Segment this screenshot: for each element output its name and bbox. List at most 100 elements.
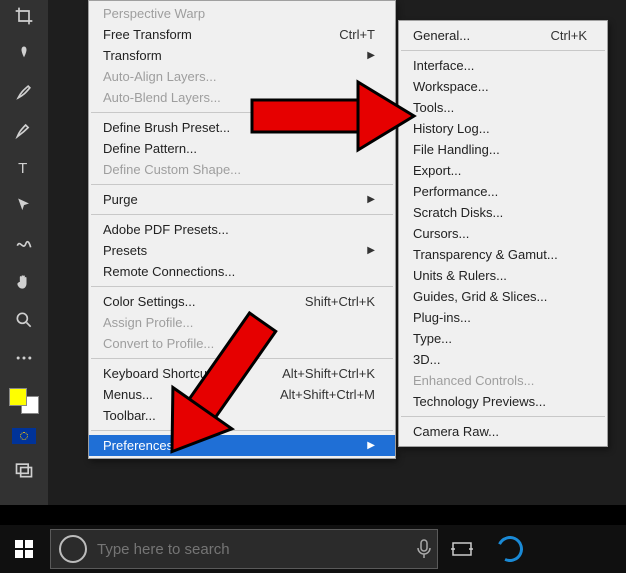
zoom-tool-icon[interactable] — [12, 308, 36, 332]
edit-menu-item-purge[interactable]: Purge ▶ — [89, 189, 395, 210]
submenu-caret-icon: ▶ — [367, 440, 375, 451]
edit-menu-item-preferences[interactable]: Preferences ▶ — [89, 435, 395, 456]
svg-text:T: T — [18, 160, 27, 177]
menu-item-label: Guides, Grid & Slices... — [413, 289, 547, 304]
screen-mode-icon[interactable] — [12, 458, 36, 482]
cortana-icon — [59, 535, 87, 563]
hand-tool-icon[interactable] — [12, 270, 36, 294]
menu-item-label: Free Transform — [103, 27, 192, 42]
edit-menu-item-auto-align-layers: Auto-Align Layers... — [89, 66, 395, 87]
edit-menu-separator — [91, 184, 393, 185]
prefs-menu-item-guides-grid-slices[interactable]: Guides, Grid & Slices... — [399, 286, 607, 307]
edit-menu-item-color-settings[interactable]: Color Settings...Shift+Ctrl+K — [89, 291, 395, 312]
prefs-menu-item-scratch-disks[interactable]: Scratch Disks... — [399, 202, 607, 223]
edit-menu-item-define-pattern[interactable]: Define Pattern... — [89, 138, 395, 159]
menu-item-label: Toolbar... — [103, 408, 156, 423]
menu-item-label: Remote Connections... — [103, 264, 235, 279]
prefs-menu-item-workspace[interactable]: Workspace... — [399, 76, 607, 97]
healing-brush-icon[interactable] — [12, 80, 36, 104]
task-view-button[interactable] — [438, 525, 486, 573]
prefs-menu-item-general[interactable]: General...Ctrl+K — [399, 25, 607, 46]
prefs-menu-item-plug-ins[interactable]: Plug-ins... — [399, 307, 607, 328]
menu-item-shortcut: Ctrl+T — [339, 27, 375, 42]
edit-menu-item-assign-profile: Assign Profile... — [89, 312, 395, 333]
prefs-menu-item-transparency-gamut[interactable]: Transparency & Gamut... — [399, 244, 607, 265]
edit-menu-separator — [91, 214, 393, 215]
edit-menu-item-adobe-pdf-presets[interactable]: Adobe PDF Presets... — [89, 219, 395, 240]
more-tools-icon[interactable] — [12, 346, 36, 370]
path-selection-icon[interactable] — [12, 194, 36, 218]
menu-item-label: Presets — [103, 243, 147, 258]
menu-item-shortcut: Alt+Shift+Ctrl+K — [282, 366, 375, 381]
prefs-menu-separator — [401, 416, 605, 417]
prefs-menu-item-interface[interactable]: Interface... — [399, 55, 607, 76]
quickmask-icon[interactable] — [12, 428, 36, 444]
menu-item-label: Perspective Warp — [103, 6, 205, 21]
menu-item-label: File Handling... — [413, 142, 500, 157]
mic-icon[interactable] — [411, 539, 437, 559]
edit-menu-item-define-brush-preset[interactable]: Define Brush Preset... — [89, 117, 395, 138]
edit-menu-item-auto-blend-layers: Auto-Blend Layers... — [89, 87, 395, 108]
eyedropper-tool-icon[interactable] — [12, 42, 36, 66]
edit-menu-item-define-custom-shape: Define Custom Shape... — [89, 159, 395, 180]
edit-menu-item-presets[interactable]: Presets▶ — [89, 240, 395, 261]
menu-item-label: Transform — [103, 48, 162, 63]
menu-item-label: Transparency & Gamut... — [413, 247, 558, 262]
prefs-menu-item-performance[interactable]: Performance... — [399, 181, 607, 202]
prefs-menu-item-tools[interactable]: Tools... — [399, 97, 607, 118]
menu-item-shortcut: Alt+Shift+Ctrl+M — [280, 387, 375, 402]
prefs-menu-item-units-rulers[interactable]: Units & Rulers... — [399, 265, 607, 286]
menu-item-label: Define Custom Shape... — [103, 162, 241, 177]
edit-menu-item-transform[interactable]: Transform▶ — [89, 45, 395, 66]
menu-item-label: Scratch Disks... — [413, 205, 503, 220]
menu-item-label: 3D... — [413, 352, 440, 367]
edit-menu-item-menus[interactable]: Menus... Alt+Shift+Ctrl+M — [89, 384, 395, 405]
menu-item-label: Purge — [103, 192, 138, 207]
prefs-menu-item-history-log[interactable]: History Log... — [399, 118, 607, 139]
prefs-menu-item-camera-raw[interactable]: Camera Raw... — [399, 421, 607, 442]
menu-item-label: Camera Raw... — [413, 424, 499, 439]
crop-tool-icon[interactable] — [12, 4, 36, 28]
prefs-menu-separator — [401, 50, 605, 51]
prefs-menu-item-export[interactable]: Export... — [399, 160, 607, 181]
menu-item-label: General... — [413, 28, 470, 43]
edit-menu-item-perspective-warp: Perspective Warp — [89, 3, 395, 24]
edit-menu-item-remote-connections[interactable]: Remote Connections... — [89, 261, 395, 282]
foreground-color-swatch[interactable] — [9, 388, 27, 406]
color-swatches[interactable] — [9, 388, 39, 414]
prefs-menu-item-enhanced-controls: Enhanced Controls... — [399, 370, 607, 391]
menu-item-label: Preferences — [103, 438, 173, 453]
prefs-menu-item-file-handling[interactable]: File Handling... — [399, 139, 607, 160]
edit-menu-item-toolbar[interactable]: Toolbar... — [89, 405, 395, 426]
start-button[interactable] — [0, 525, 48, 573]
prefs-menu-item-3d[interactable]: 3D... — [399, 349, 607, 370]
menu-item-label: Convert to Profile... — [103, 336, 214, 351]
taskbar-search[interactable] — [50, 529, 438, 569]
brush-tool-icon[interactable] — [12, 118, 36, 142]
edit-menu-item-keyboard-shortcuts[interactable]: Keyboard Shortcuts...Alt+Shift+Ctrl+K — [89, 363, 395, 384]
edge-browser-button[interactable] — [486, 525, 534, 573]
search-input[interactable] — [97, 541, 411, 558]
menu-item-label: Menus... — [103, 387, 153, 402]
menu-item-label: Interface... — [413, 58, 474, 73]
menu-item-label: Tools... — [413, 100, 454, 115]
edit-menu-separator — [91, 112, 393, 113]
prefs-menu-item-type[interactable]: Type... — [399, 328, 607, 349]
edit-menu-item-convert-to-profile: Convert to Profile... — [89, 333, 395, 354]
prefs-menu-item-technology-previews[interactable]: Technology Previews... — [399, 391, 607, 412]
custom-shape-icon[interactable] — [12, 232, 36, 256]
menu-item-label: Adobe PDF Presets... — [103, 222, 229, 237]
menu-item-label: Define Pattern... — [103, 141, 197, 156]
menu-item-label: Workspace... — [413, 79, 489, 94]
type-tool-icon[interactable]: T — [12, 156, 36, 180]
edit-menu-item-free-transform[interactable]: Free Transform Ctrl+T — [89, 24, 395, 45]
menu-item-label: Technology Previews... — [413, 394, 546, 409]
submenu-caret-icon: ▶ — [367, 194, 375, 205]
menu-item-label: Color Settings... — [103, 294, 196, 309]
edit-menu-separator — [91, 286, 393, 287]
edit-menu-dropdown: Perspective Warp Free Transform Ctrl+T Tran… — [88, 0, 396, 459]
menu-item-label: Define Brush Preset... — [103, 120, 230, 135]
photoshop-tool-strip: T — [0, 0, 48, 505]
windows-taskbar — [0, 525, 626, 573]
prefs-menu-item-cursors[interactable]: Cursors... — [399, 223, 607, 244]
